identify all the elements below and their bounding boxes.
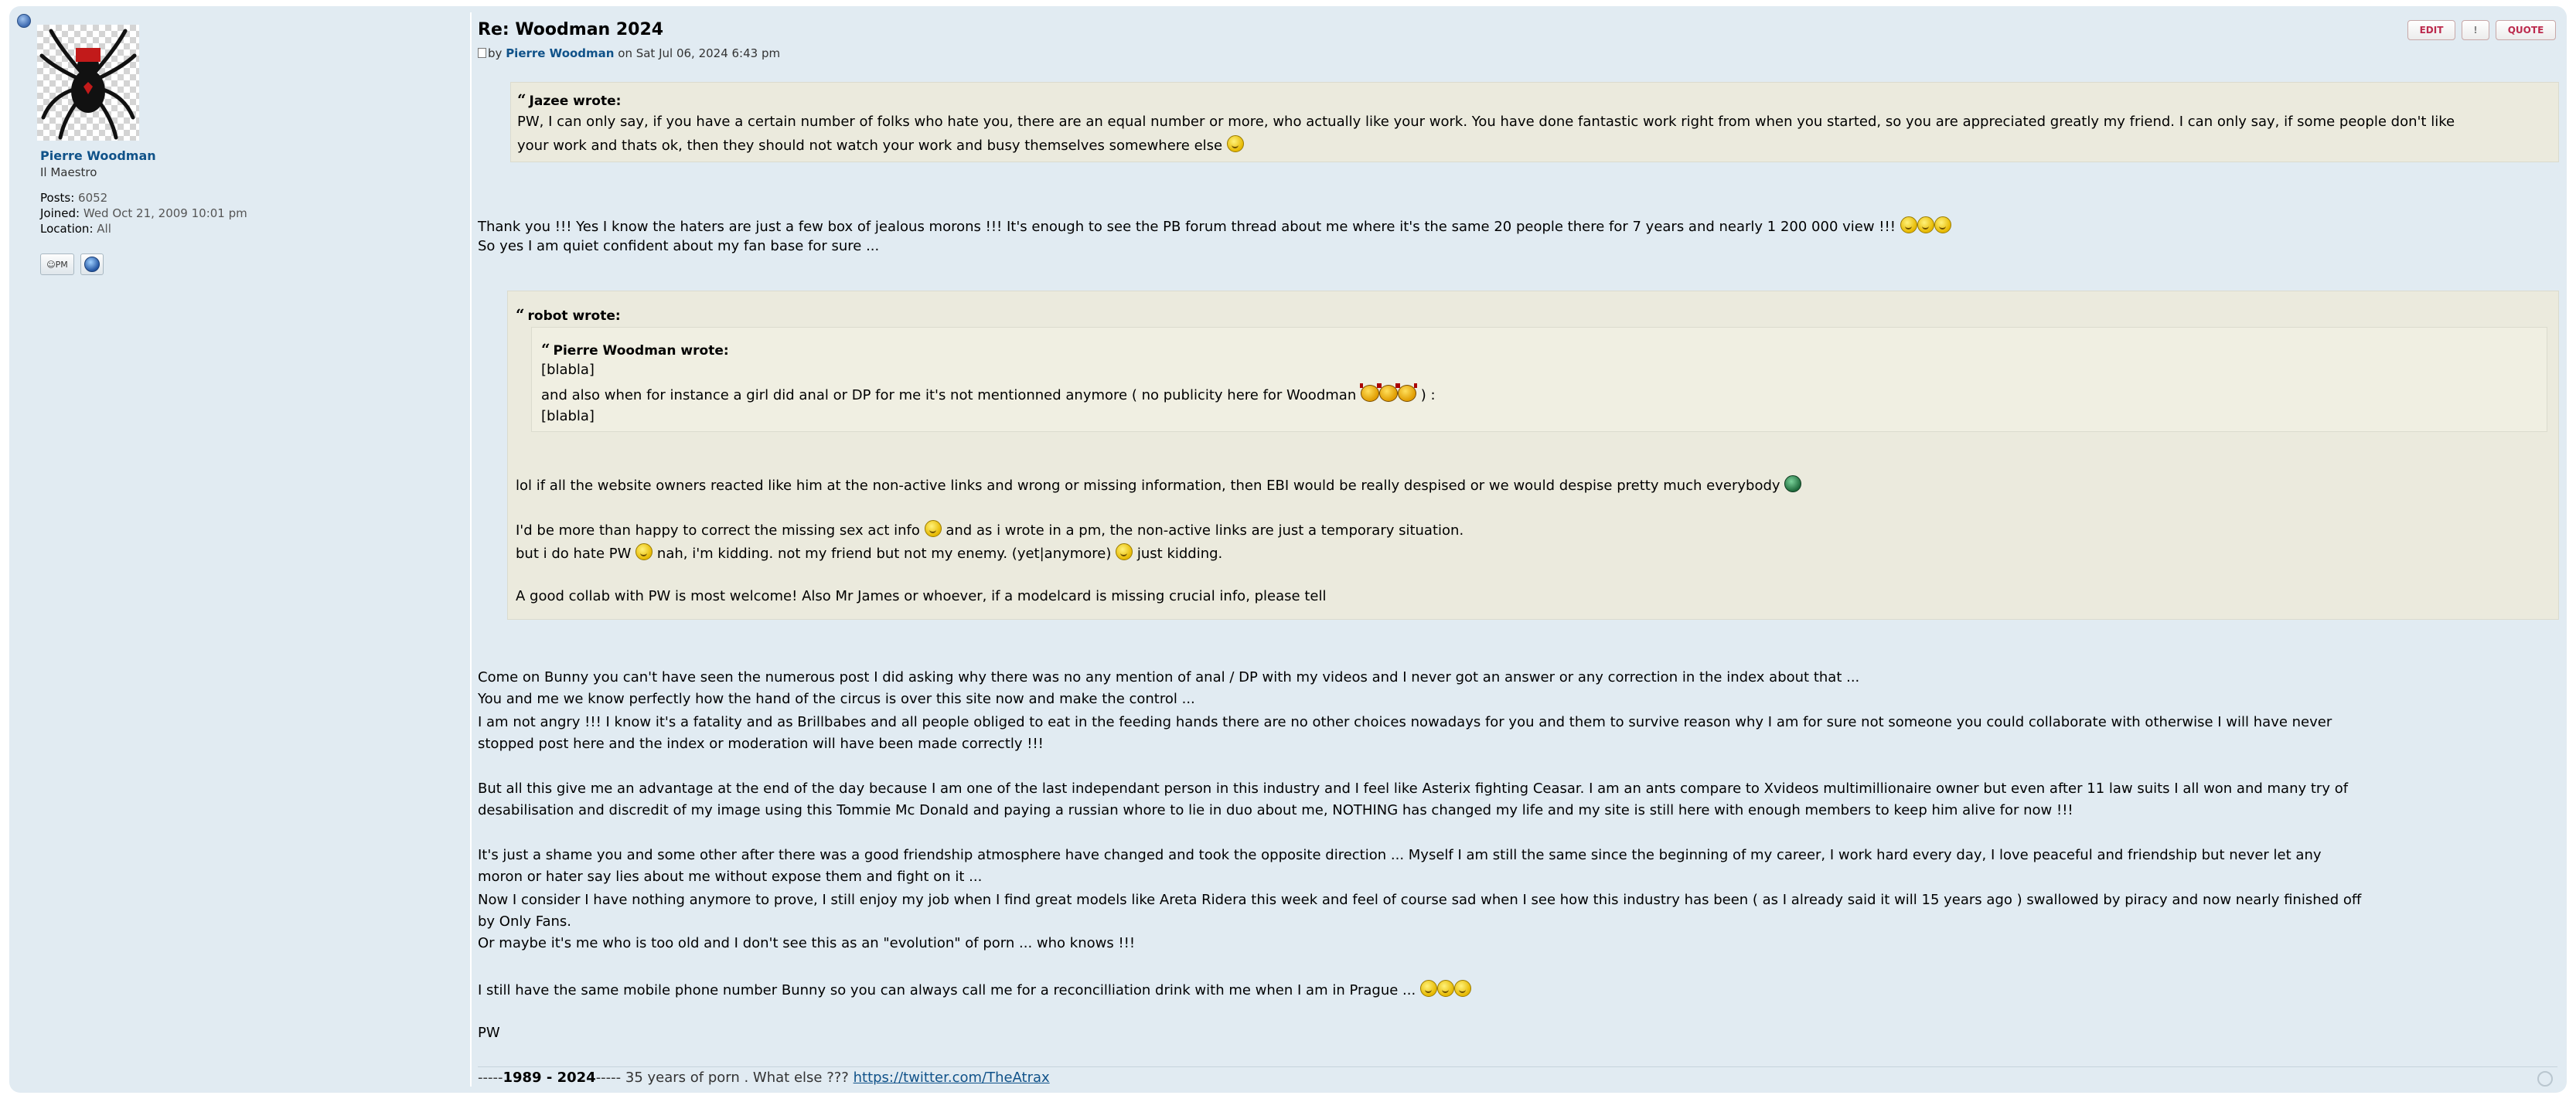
quote-mark-icon: “ [517,90,526,109]
wink-icon [1419,980,1437,997]
quote-button[interactable]: QUOTE [2496,20,2556,40]
quote-text: I'd be more than happy to correct the mi… [516,522,920,539]
edit-button[interactable]: EDIT [2407,20,2455,40]
reply-text: Now I consider I have nothing anymore to… [478,892,2362,908]
signature: -----1989 - 2024----- 35 years of porn .… [478,1070,1050,1086]
reply-text: I am not angry !!! I know it's a fatalit… [478,714,2332,730]
grin-icon [1934,216,1951,233]
reply-text: PW [478,1025,500,1041]
post-buttons: EDIT ! QUOTE [2407,20,2556,40]
pm-label: PM [55,259,68,270]
wink-icon [1436,980,1454,997]
reply-text: You and me we know perfectly how the han… [478,691,1195,707]
reply-text: Or maybe it's me who is too old and I do… [478,935,1136,951]
reply-text: moron or hater say lies about me without… [478,869,983,885]
pm-button[interactable]: ☺ PM [40,253,74,275]
post-file-icon[interactable] [478,48,486,58]
post-author-line: by Pierre Woodman on Sat Jul 06, 2024 6:… [478,46,780,60]
nested-quote-text: and also when for instance a girl did an… [541,387,1357,403]
quote-text: PW, I can only say, if you have a certai… [517,114,2455,130]
forum-post: Pierre Woodman Il Maestro Posts: 6052 Jo… [9,6,2567,1093]
grin-icon [924,520,942,537]
profile-stats: Posts: 6052 Joined: Wed Oct 21, 2009 10:… [40,190,247,236]
profile-contact-icons: ☺ PM [40,253,104,275]
post-date: on Sat Jul 06, 2024 6:43 pm [618,46,781,60]
post-title[interactable]: Re: Woodman 2024 [478,20,663,39]
joined-value: Wed Oct 21, 2009 10:01 pm [83,206,247,220]
quote-cite: Jazee wrote: [529,94,622,109]
quote-text: A good collab with PW is most welcome! A… [516,588,1327,604]
by-prefix: by [488,46,503,60]
grin-icon [1116,543,1133,560]
reply-text: by Only Fans. [478,913,571,930]
post-body: Re: Woodman 2024 by Pierre Woodman on Sa… [478,15,2565,1090]
signature-years: 1989 - 2024 [503,1070,596,1086]
quote-text: nah, i'm kidding. not my friend but not … [656,546,1112,562]
nested-quote: “Pierre Woodman wrote: [blabla] and also… [531,327,2547,432]
back-to-top-icon[interactable] [2537,1071,2553,1087]
user-icon: ☺ [46,259,56,270]
globe-icon [84,257,100,272]
reply-text: So yes I am quiet confident about my fan… [478,238,880,254]
report-button[interactable]: ! [2462,20,2489,40]
signature-prefix: ----- [478,1070,503,1086]
posts-label: Posts: [40,191,75,205]
smile-icon [1226,135,1244,152]
reply-text: Thank you !!! Yes I know the haters are … [478,219,1896,235]
signature-text: ----- 35 years of porn . What else ??? [595,1070,849,1086]
profile-rank: Il Maestro [40,165,97,179]
nested-quote-text: [blabla] [541,408,595,424]
devil-icon [1359,383,1380,402]
profile-username[interactable]: Pierre Woodman [40,148,156,163]
grin-icon [1900,216,1917,233]
reply-text: I still have the same mobile phone numbe… [478,982,1416,998]
quote-text: lol if all the website owners reacted li… [516,478,1780,494]
devil-icon [1396,383,1417,402]
quote-text: just kidding. [1136,546,1223,562]
nested-quote-text: [blabla] [541,362,595,378]
quote-text: and as i wrote in a pm, the non-active l… [946,522,1464,539]
website-button[interactable] [80,253,104,275]
column-divider [470,12,472,1087]
quote-mark-icon: “ [516,305,525,324]
posts-value[interactable]: 6052 [78,191,107,205]
post-profile: Pierre Woodman Il Maestro Posts: 6052 Jo… [29,19,462,1085]
reply-text: stopped post here and the index or moder… [478,736,1044,752]
reply-text: desabilisation and discredit of my image… [478,802,2073,818]
quote-cite: robot wrote: [527,308,621,324]
signature-link[interactable]: https://twitter.com/TheAtrax [854,1070,1050,1086]
nested-quote-cite: Pierre Woodman wrote: [553,343,729,359]
joined-label: Joined: [40,206,80,220]
devil-icon [1378,383,1399,402]
quote-text: but i do hate PW [516,546,632,562]
reply-text: But all this give me an advantage at the… [478,781,2349,797]
grin-icon [1917,216,1934,233]
wink-icon [1453,980,1471,997]
cool-icon [1784,475,1802,492]
quote-jazee: “Jazee wrote: PW, I can only say, if you… [510,82,2559,162]
quote-mark-icon: “ [541,340,550,359]
reply-text: Come on Bunny you can't have seen the nu… [478,669,1860,685]
wink-icon [635,543,653,560]
post-author[interactable]: Pierre Woodman [506,46,614,60]
reply-text: It's just a shame you and some other aft… [478,847,2322,863]
avatar[interactable] [37,25,139,141]
signature-divider [478,1066,2557,1067]
location-label: Location: [40,222,94,236]
location-value: All [97,222,111,236]
quote-text: your work and thats ok, then they should… [517,138,1223,154]
quote-robot: “robot wrote: “Pierre Woodman wrote: [bl… [507,291,2559,620]
nested-quote-text: ) : [1420,387,1436,403]
spider-avatar-icon [39,29,137,140]
